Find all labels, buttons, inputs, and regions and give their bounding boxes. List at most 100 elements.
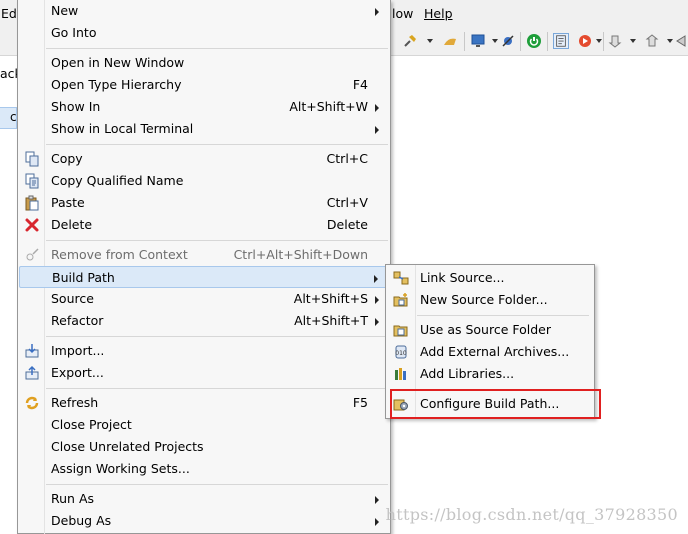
toolbar-separator xyxy=(520,32,521,51)
selected-project-row[interactable]: c xyxy=(0,107,17,129)
menu-item-close-unrelated-projects[interactable]: Close Unrelated Projects xyxy=(19,436,389,458)
menu-edit-fragment[interactable]: Ed xyxy=(1,6,17,21)
chevron-down-icon[interactable] xyxy=(427,39,433,43)
menu-item-label: Open Type Hierarchy xyxy=(51,77,182,92)
menu-item-label: Build Path xyxy=(52,270,115,285)
brush-icon[interactable] xyxy=(442,33,458,49)
project-label-fragment: c xyxy=(10,110,17,124)
submenu-item-label: Link Source... xyxy=(420,270,505,285)
menu-item-label: Refresh xyxy=(51,395,99,410)
toolbar-separator xyxy=(603,32,604,51)
menu-item-copy[interactable]: Copy Ctrl+C xyxy=(19,148,389,170)
watermark: https://blog.csdn.net/qq_37928350 xyxy=(385,505,678,524)
run-config-icon[interactable] xyxy=(577,33,593,49)
new-source-folder-icon xyxy=(393,293,408,307)
menu-item-label: Show In xyxy=(51,99,101,114)
menu-item-show-in-local-terminal[interactable]: Show in Local Terminal xyxy=(19,118,389,140)
menu-separator xyxy=(46,144,388,145)
menu-separator xyxy=(46,336,388,337)
submenu-item-label: Add Libraries... xyxy=(420,366,515,381)
monitor-icon[interactable] xyxy=(470,33,486,49)
toolbar-separator xyxy=(547,32,548,51)
submenu-arrow-icon xyxy=(374,275,378,283)
copy-qualified-icon xyxy=(25,173,39,189)
link-source-icon xyxy=(393,271,409,285)
menu-item-shortcut: Alt+Shift+T xyxy=(294,313,368,328)
submenu-item-add-external-archives[interactable]: 010 Add External Archives... xyxy=(387,341,593,363)
menu-item-source[interactable]: Source Alt+Shift+S xyxy=(19,288,389,310)
skip-breakpoints-icon[interactable] xyxy=(500,33,516,49)
chevron-down-icon[interactable] xyxy=(492,39,498,43)
submenu-item-new-source-folder[interactable]: New Source Folder... xyxy=(387,289,593,311)
menu-item-label: Go Into xyxy=(51,25,97,40)
svg-text:010: 010 xyxy=(395,350,407,357)
menu-item-remove-from-context[interactable]: Remove from Context Ctrl+Alt+Shift+Down xyxy=(19,244,389,266)
submenu-item-use-as-source-folder[interactable]: Use as Source Folder xyxy=(387,319,593,341)
menu-item-debug-as[interactable]: Debug As xyxy=(19,510,389,532)
menu-separator xyxy=(46,484,388,485)
menu-item-export[interactable]: Export... xyxy=(19,362,389,384)
menu-item-import[interactable]: Import... xyxy=(19,340,389,362)
menu-item-build-path[interactable]: Build Path xyxy=(19,266,389,288)
menu-item-label: Delete xyxy=(51,217,93,232)
menu-item-label: Run As xyxy=(51,491,95,506)
submenu-item-label: Use as Source Folder xyxy=(420,322,552,337)
menu-item-refresh[interactable]: Refresh F5 xyxy=(19,392,389,414)
menu-item-delete[interactable]: Delete Delete xyxy=(19,214,389,236)
menu-item-shortcut: F5 xyxy=(352,395,368,410)
submenu-arrow-icon xyxy=(375,318,379,326)
submenu-item-link-source[interactable]: Link Source... xyxy=(387,267,593,289)
submenu-arrow-icon xyxy=(375,296,379,304)
menu-item-close-project[interactable]: Close Project xyxy=(19,414,389,436)
chevron-down-icon[interactable] xyxy=(630,39,636,43)
use-source-folder-icon xyxy=(393,325,408,337)
menu-item-shortcut: Alt+Shift+S xyxy=(293,291,368,306)
next-annotation-icon[interactable] xyxy=(608,33,624,49)
submenu-arrow-icon xyxy=(375,104,379,112)
menu-item-new[interactable]: New xyxy=(19,0,389,22)
menu-item-run-as[interactable]: Run As xyxy=(19,488,389,510)
menu-item-label: Export... xyxy=(51,365,104,380)
submenu-item-label: New Source Folder... xyxy=(420,292,548,307)
submenu-item-add-libraries[interactable]: Add Libraries... xyxy=(387,363,593,385)
menu-item-label: Open in New Window xyxy=(51,55,185,70)
back-icon[interactable] xyxy=(673,33,688,49)
menu-item-label: Show in Local Terminal xyxy=(51,121,194,136)
menu-item-shortcut: Alt+Shift+W xyxy=(289,99,368,114)
menu-item-shortcut: F4 xyxy=(352,77,368,92)
highlight-annotation-box xyxy=(390,389,601,419)
toggle-view-icon[interactable] xyxy=(553,33,569,49)
menu-item-label: Assign Working Sets... xyxy=(51,461,190,476)
menu-item-open-type-hierarchy[interactable]: Open Type Hierarchy F4 xyxy=(19,74,389,96)
menu-item-label: New xyxy=(51,3,79,18)
menu-item-label: Debug As xyxy=(51,513,112,528)
menu-item-label: Import... xyxy=(51,343,105,358)
menu-item-shortcut: Ctrl+Alt+Shift+Down xyxy=(233,247,368,262)
menu-window-fragment[interactable]: low xyxy=(392,6,413,21)
submenu-arrow-icon xyxy=(375,496,379,504)
import-icon xyxy=(25,344,39,358)
menu-item-shortcut: Ctrl+V xyxy=(326,195,368,210)
menu-item-assign-working-sets[interactable]: Assign Working Sets... xyxy=(19,458,389,480)
submenu-arrow-icon xyxy=(375,518,379,526)
jar-archive-icon: 010 xyxy=(395,345,407,359)
menu-item-show-in[interactable]: Show In Alt+Shift+W xyxy=(19,96,389,118)
menu-item-open-in-new-window[interactable]: Open in New Window xyxy=(19,52,389,74)
power-icon[interactable] xyxy=(526,33,542,49)
menu-item-label: Remove from Context xyxy=(51,247,188,262)
menu-item-label: Close Unrelated Projects xyxy=(51,439,204,454)
prev-annotation-icon[interactable] xyxy=(645,33,661,49)
menu-separator xyxy=(46,240,388,241)
libraries-icon xyxy=(395,368,406,380)
menu-item-paste[interactable]: Paste Ctrl+V xyxy=(19,192,389,214)
pin-icon[interactable] xyxy=(402,33,418,49)
menu-item-refactor[interactable]: Refactor Alt+Shift+T xyxy=(19,310,389,332)
menu-item-copy-qualified-name[interactable]: Copy Qualified Name xyxy=(19,170,389,192)
menu-item-go-into[interactable]: Go Into xyxy=(19,22,389,44)
menu-item-shortcut: Ctrl+C xyxy=(326,151,368,166)
menu-item-label: Paste xyxy=(51,195,85,210)
menu-help[interactable]: Help xyxy=(424,6,453,21)
menu-item-label: Copy Qualified Name xyxy=(51,173,184,188)
menu-item-label: Source xyxy=(51,291,94,306)
chevron-down-icon[interactable] xyxy=(596,39,602,43)
